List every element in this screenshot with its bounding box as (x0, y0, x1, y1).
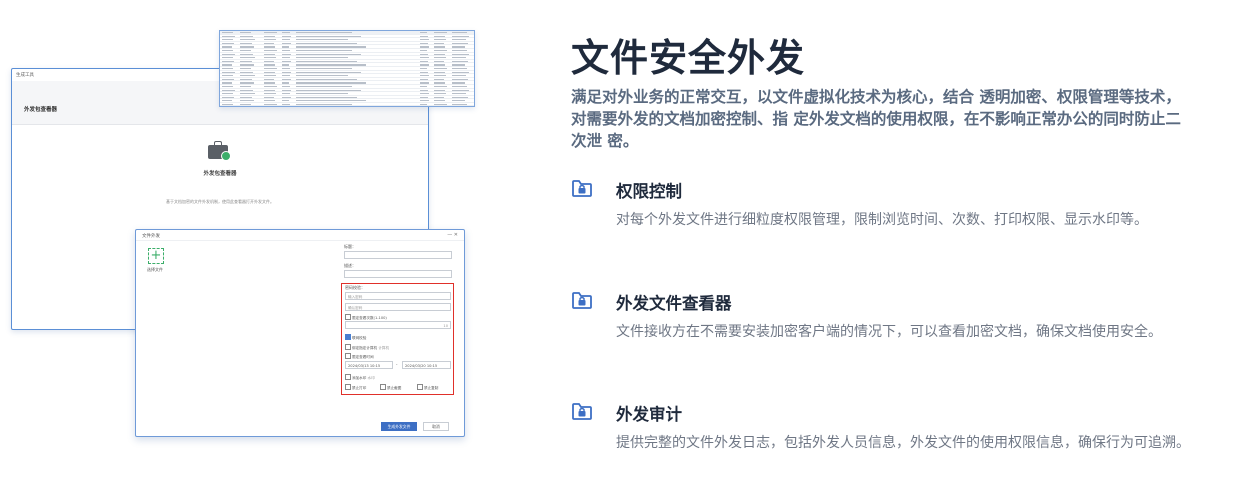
briefcase-shield-icon (208, 141, 232, 161)
title-input[interactable] (344, 251, 452, 259)
cancel-button[interactable]: 取消 (423, 422, 449, 431)
tab-label: 外发包查看器 (24, 107, 58, 113)
folder-lock-icon (572, 180, 592, 197)
limit-time-checkbox[interactable]: 限定查看时间 (345, 353, 374, 360)
folder-lock-icon (572, 292, 592, 309)
no-copy-checkbox[interactable]: 禁止复制 (417, 384, 438, 391)
no-print-checkbox[interactable]: 禁止打印 (345, 384, 366, 391)
outgoing-log-table-window (219, 30, 475, 107)
feature-desc: 提供完整的文件外发日志，包括外发人员信息，外发文件的使用权限信息，确保行为可追溯… (616, 435, 1190, 451)
bind-machine-label: 绑定指定计算机 (352, 346, 378, 350)
feature-title: 权限控制 (616, 182, 682, 201)
intro-text: 满足对外业务的正常交互，以文件虚拟化技术为核心，结合 透明加密、权限管理等技术，… (571, 88, 1181, 150)
password-check-label: 密码校验： (345, 285, 365, 290)
end-time-input[interactable]: 2024/03/20 10:15 (402, 361, 451, 369)
limit-views-checkbox[interactable]: 限定查看次数(1-100) (345, 314, 387, 321)
dialog-titlebar: 文件外发 — ✕ (136, 230, 464, 241)
viewer-panel: 外发包查看器 基于文档加密的文件外发机制，使用此查看器打开外发文件。 (12, 141, 428, 205)
desc-input[interactable] (344, 270, 452, 278)
bind-machine-suffix: 计算机 (378, 346, 390, 350)
dialog-title: 文件外发 (142, 234, 160, 239)
title-label: 标题： (344, 244, 356, 249)
window-controls[interactable]: — ✕ (447, 232, 458, 238)
start-time-input[interactable]: 2024/03/13 10:15 (345, 361, 393, 369)
generate-outgoing-file-button[interactable]: 生成外发文件 (381, 422, 417, 431)
desc-label: 描述： (344, 263, 356, 268)
feature-title: 外发文件查看器 (616, 294, 732, 313)
viewer-title: 外发包查看器 (203, 171, 237, 177)
views-count-input[interactable]: 10 (345, 321, 451, 329)
bind-machine-checkbox[interactable]: 绑定指定计算机 计算机 (345, 344, 389, 351)
folder-lock-icon (572, 403, 592, 420)
add-watermark-label: 添加水印 (352, 376, 367, 380)
add-file-button[interactable]: + (148, 248, 164, 264)
no-screenshot-checkbox[interactable]: 禁止截图 (380, 384, 401, 391)
add-watermark-checkbox[interactable]: 添加水印 水印 (345, 374, 375, 381)
watermark-suffix: 水印 (367, 376, 375, 380)
confirm-password-input[interactable]: 确认密码 (345, 303, 451, 311)
table-row[interactable] (220, 103, 474, 106)
feature-title: 外发审计 (616, 405, 682, 424)
product-screenshot-illustration: 生成工具 外发包查看器 外发包查看器 基于文档加密的文件外发机制，使用此查看器打… (0, 0, 540, 500)
page-title: 文件安全外发 (571, 36, 806, 80)
online-check-checkbox[interactable]: 联网校验 (345, 334, 366, 341)
password-input[interactable]: 输入密码 (345, 292, 451, 300)
feature-desc: 对每个外发文件进行细粒度权限管理，限制浏览时间、次数、打印权限、显示水印等。 (616, 212, 1148, 228)
file-outgoing-dialog: 文件外发 — ✕ + 选择文件 标题： 描述： 密码校验： 输入密码 确认密码 … (135, 229, 465, 437)
viewer-hint: 基于文档加密的文件外发机制，使用此查看器打开外发文件。 (166, 199, 274, 204)
feature-desc: 文件接收方在不需要安装加密客户端的情况下，可以查看加密文档，确保文档使用安全。 (616, 324, 1162, 340)
time-separator: - (396, 362, 398, 367)
select-file-label: 选择文件 (147, 267, 163, 272)
